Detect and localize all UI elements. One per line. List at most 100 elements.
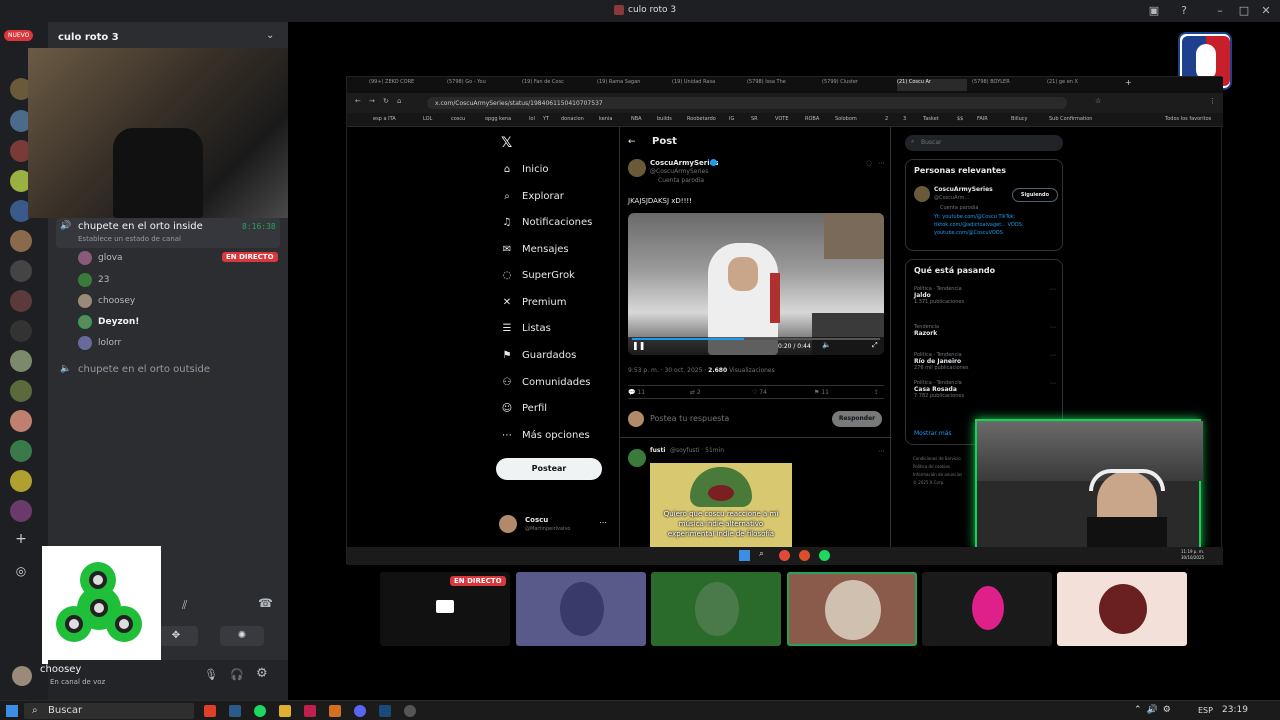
browser-tab[interactable]: (19) Fan de Cosc <box>522 79 592 91</box>
search-input[interactable]: ⌕ Buscar <box>905 135 1063 151</box>
browser-tab[interactable]: (99+) ZEKO CORE <box>369 79 439 91</box>
bookmark-icon[interactable]: ⚑ 11 <box>814 389 829 396</box>
x-logo-icon[interactable]: 𝕏 <box>501 135 512 151</box>
more-icon[interactable]: ⋯ <box>1050 352 1056 359</box>
bookmark[interactable]: esp a ITA <box>373 116 396 122</box>
bookmark[interactable]: IG <box>729 116 734 122</box>
reply-input[interactable]: Postea tu respuesta <box>650 414 729 423</box>
reply-image[interactable]: Quiero que coscu reaccione a mi música i… <box>650 463 792 547</box>
more-icon[interactable]: ⋯ <box>878 159 885 167</box>
server-icon[interactable] <box>10 350 32 372</box>
server-icon[interactable] <box>10 500 32 522</box>
like-icon[interactable]: ♡ 74 <box>752 389 767 396</box>
language-indicator[interactable]: ESP <box>1198 706 1213 715</box>
footer-link[interactable]: Información de anuncios <box>913 471 962 479</box>
participant-tile[interactable] <box>516 572 646 646</box>
bookmark[interactable]: LOL <box>423 116 432 122</box>
soundboard-button[interactable]: ✺ <box>220 626 264 646</box>
maximize-button[interactable]: □ <box>1236 3 1252 19</box>
status-hint[interactable]: Establece un estado de canal <box>78 235 181 243</box>
repost-icon[interactable]: ⇄ 2 <box>690 389 701 396</box>
participant-tile-speaking[interactable] <box>787 572 917 646</box>
avatar[interactable] <box>12 666 32 686</box>
member-row[interactable]: 23 <box>78 273 258 287</box>
headphones-icon[interactable]: 🎧 <box>230 668 244 681</box>
folder-icon[interactable] <box>279 705 291 717</box>
help-icon[interactable]: ? <box>1176 3 1192 19</box>
bookmark[interactable]: VOTE <box>775 116 788 122</box>
voice-channel-row[interactable]: 🔊 chupete en el orto inside 8:16:38 Esta… <box>56 218 280 248</box>
footer-link[interactable]: Condiciones de Servicio <box>913 455 962 463</box>
spotify-icon[interactable] <box>254 705 266 717</box>
server-icon[interactable] <box>10 380 32 402</box>
inbox-icon[interactable]: ▣ <box>1146 3 1162 19</box>
more-icon[interactable]: ⋯ <box>1050 286 1056 293</box>
pause-icon[interactable]: ❚❚ <box>632 341 645 350</box>
voice-channel-row[interactable]: 🔈 chupete en el orto outside <box>56 362 280 378</box>
browser-tab[interactable]: (5798) Go - You <box>447 79 517 91</box>
server-icon[interactable] <box>10 290 32 312</box>
discord-icon[interactable] <box>354 705 366 717</box>
new-tab-icon[interactable]: + <box>1125 78 1135 90</box>
server-icon[interactable] <box>10 440 32 462</box>
participant-tile[interactable] <box>922 572 1052 646</box>
browser-tab[interactable]: (5798) Issa The <box>747 79 817 91</box>
bookmark[interactable]: FAIR <box>977 116 988 122</box>
nav-inicio[interactable]: Inicio <box>522 164 548 175</box>
bookmark[interactable]: 3 <box>903 116 906 122</box>
bookmark[interactable]: Billucy <box>1011 116 1027 122</box>
steam-icon[interactable] <box>379 705 391 717</box>
more-icon[interactable]: ⋯ <box>1050 380 1056 387</box>
brave-icon[interactable] <box>204 705 216 717</box>
account-switcher[interactable]: Coscu @Martinpeirlvalvo ⋯ <box>499 513 611 535</box>
bookmark[interactable]: coscu <box>451 116 465 122</box>
nav-perfil[interactable]: Perfil <box>522 403 547 414</box>
relevant-bio[interactable]: tiktok.com/@adictoalvaget... VODS: <box>934 222 1024 228</box>
taskbar-clock[interactable]: 23:19 <box>1222 705 1248 715</box>
participant-tile[interactable] <box>1057 572 1187 646</box>
bookmark[interactable]: opgg kena <box>485 116 511 122</box>
bookmark[interactable]: YT <box>543 116 549 122</box>
steam-icon[interactable] <box>229 705 241 717</box>
grok-icon[interactable]: ◌ <box>866 159 872 167</box>
bookmark[interactable]: SR <box>751 116 758 122</box>
avatar[interactable] <box>914 186 930 202</box>
home-icon[interactable]: ⌂ <box>397 97 401 105</box>
close-button[interactable]: ✕ <box>1258 3 1274 19</box>
relevant-name[interactable]: CoscuArmySeries <box>934 186 993 193</box>
relevant-bio[interactable]: Yt: youtube.com/@Coscu TikTok: <box>934 214 1016 220</box>
fullscreen-icon[interactable]: ⤢ <box>872 341 878 350</box>
browser-tab[interactable]: (19) Rama Sagan <box>597 79 667 91</box>
bookmark[interactable]: Tasket <box>923 116 939 122</box>
stream-thumbnail[interactable]: EN DIRECTO <box>380 572 510 646</box>
tray-icons[interactable]: ⌃🔊⚙ <box>1134 705 1176 715</box>
member-row[interactable]: glova EN DIRECTO <box>78 251 282 265</box>
volume-icon[interactable]: 🔈 <box>822 341 831 349</box>
app-icon[interactable] <box>329 705 341 717</box>
trend-item[interactable]: Política · Tendencia Río de Janeiro 276 … <box>914 352 1058 380</box>
nav-mas-opciones[interactable]: Más opciones <box>522 430 590 441</box>
nav-mensajes[interactable]: Mensajes <box>522 244 569 255</box>
disconnect-icon[interactable]: ☎ <box>258 596 273 610</box>
reply-author[interactable]: fusti <box>650 447 665 454</box>
bookmark[interactable]: builds <box>657 116 672 122</box>
server-icon[interactable] <box>10 470 32 492</box>
bookmark[interactable]: Roobetardo <box>687 116 716 122</box>
discover-icon[interactable]: ◎ <box>12 562 30 580</box>
relevant-bio[interactable]: youtube.com/@CoscuVODS <box>934 230 1003 236</box>
bookmark[interactable]: Sub Confirmation <box>1049 116 1092 122</box>
server-icon[interactable] <box>10 230 32 252</box>
browser-tab[interactable]: (19) Unidad Rasa <box>672 79 742 91</box>
gear-icon[interactable]: ⚙ <box>256 666 268 681</box>
browser-tab[interactable]: (5798) BOYLER <box>972 79 1042 91</box>
tweet-author[interactable]: CoscuArmySeries <box>650 159 719 167</box>
bookmark[interactable]: kenia <box>599 116 612 122</box>
avatar[interactable] <box>628 449 646 467</box>
reply-button[interactable]: Responder <box>832 411 882 427</box>
following-button[interactable]: Siguiendo <box>1012 188 1058 202</box>
browser-tab-active[interactable]: (21) Coscu Ar <box>897 79 967 91</box>
footer-link[interactable]: Política de cookies <box>913 463 962 471</box>
nav-notificaciones[interactable]: Notificaciones <box>522 217 592 228</box>
windows-start-icon[interactable] <box>6 705 18 717</box>
nav-supergrok[interactable]: SuperGrok <box>522 270 575 281</box>
